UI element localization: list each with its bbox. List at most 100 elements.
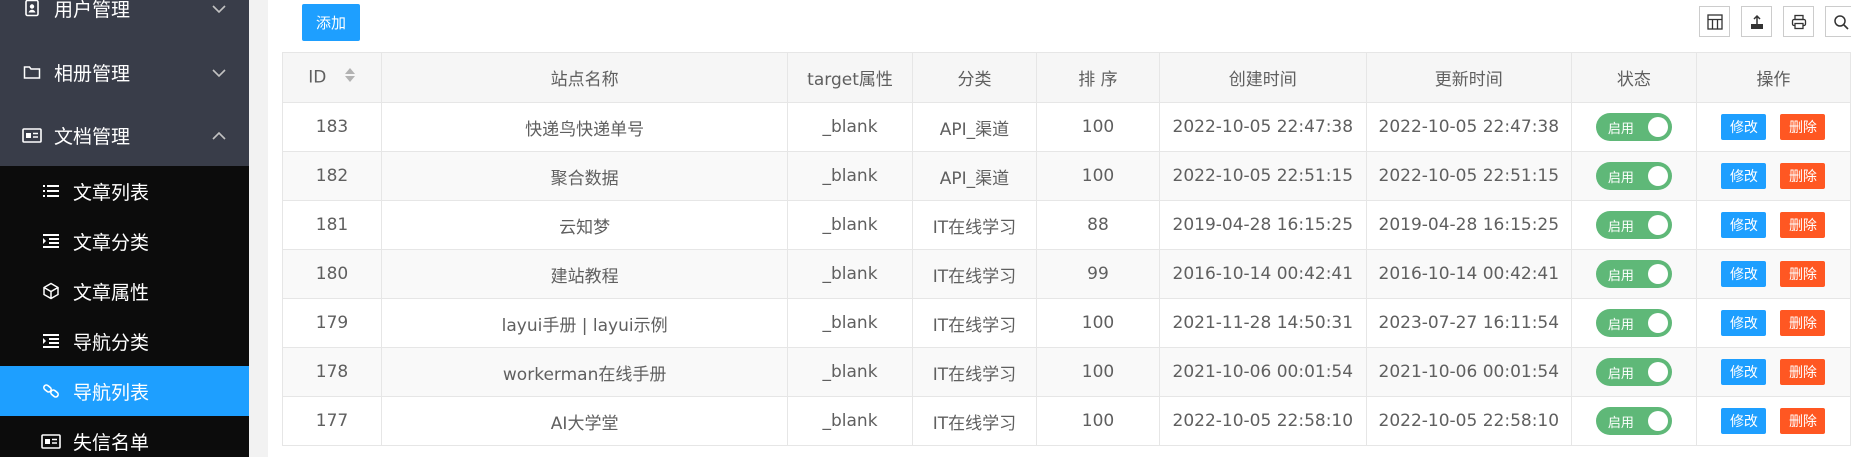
- sort-icon[interactable]: [344, 66, 356, 89]
- status-toggle[interactable]: 启用: [1595, 113, 1672, 141]
- cell-actions: 修改 删除: [1695, 396, 1851, 446]
- column-header-updated: 更新时间: [1365, 52, 1572, 103]
- cell-id: 183: [282, 102, 382, 152]
- cell-created: 2016-10-14 00:42:41: [1158, 249, 1367, 299]
- add-button[interactable]: 添加: [302, 4, 360, 41]
- column-header-id[interactable]: ID: [282, 52, 382, 103]
- status-toggle-label: 启用: [1607, 219, 1634, 235]
- sidebar-item-label: 文章属性: [73, 281, 150, 304]
- toggle-knob: [1647, 166, 1668, 186]
- sidebar-item-article-list[interactable]: 文章列表: [0, 166, 249, 216]
- cell-target: _blank: [787, 396, 913, 446]
- status-toggle[interactable]: 启用: [1595, 211, 1672, 239]
- cell-updated: 2016-10-14 00:42:41: [1365, 249, 1572, 299]
- cell-actions: 修改 删除: [1695, 298, 1851, 348]
- menu-album-management[interactable]: 相册管理: [0, 45, 249, 99]
- columns-icon[interactable]: [1699, 6, 1730, 37]
- column-header-actions: 操作: [1695, 52, 1851, 103]
- cell-sort: 100: [1036, 347, 1160, 397]
- column-header-created: 创建时间: [1158, 52, 1367, 103]
- print-icon[interactable]: [1783, 6, 1814, 37]
- menu-label: 相册管理: [54, 62, 131, 85]
- toggle-knob: [1647, 313, 1668, 333]
- edit-button[interactable]: 修改: [1721, 114, 1767, 140]
- delete-button[interactable]: 删除: [1780, 212, 1826, 238]
- edit-button[interactable]: 修改: [1721, 359, 1767, 385]
- cell-id: 178: [282, 347, 382, 397]
- cell-sort: 100: [1036, 298, 1160, 348]
- cell-target: _blank: [787, 200, 913, 250]
- status-toggle[interactable]: 启用: [1595, 407, 1672, 435]
- cell-site-name: 聚合数据: [380, 151, 789, 201]
- cell-target: _blank: [787, 249, 913, 299]
- status-toggle-label: 启用: [1607, 121, 1634, 137]
- sidebar-item-nav-category[interactable]: 导航分类: [0, 316, 249, 366]
- nav-list-table: ID 站点名称 target属性 分类 排 序 创建时间 更新时间 状态 操作 …: [282, 52, 1851, 446]
- cell-status: 启用: [1570, 151, 1697, 201]
- cell-site-name: workerman在线手册: [380, 347, 789, 397]
- cell-created: 2022-10-05 22:58:10: [1158, 396, 1367, 446]
- menu-document-management[interactable]: 文档管理: [0, 108, 249, 162]
- cell-updated: 2021-10-06 00:01:54: [1365, 347, 1572, 397]
- cell-site-name: 建站教程: [380, 249, 789, 299]
- sidebar-item-article-attribute[interactable]: 文章属性: [0, 266, 249, 316]
- delete-button[interactable]: 删除: [1780, 359, 1826, 385]
- menu-user-management[interactable]: 用户管理: [0, 0, 249, 35]
- delete-button[interactable]: 删除: [1780, 114, 1826, 140]
- column-header-status: 状态: [1570, 52, 1697, 103]
- edit-button[interactable]: 修改: [1721, 310, 1767, 336]
- cell-created: 2022-10-05 22:51:15: [1158, 151, 1367, 201]
- contacts-icon: [22, 0, 42, 18]
- cell-category: API_渠道: [911, 151, 1038, 201]
- status-toggle[interactable]: 启用: [1595, 260, 1672, 288]
- cell-actions: 修改 删除: [1695, 151, 1851, 201]
- status-toggle[interactable]: 启用: [1595, 309, 1672, 337]
- edit-button[interactable]: 修改: [1721, 408, 1767, 434]
- folder-icon: [22, 62, 42, 82]
- status-toggle[interactable]: 启用: [1595, 358, 1672, 386]
- cell-target: _blank: [787, 151, 913, 201]
- status-toggle-label: 启用: [1607, 366, 1634, 382]
- cell-status: 启用: [1570, 102, 1697, 152]
- edit-button[interactable]: 修改: [1721, 212, 1767, 238]
- search-icon[interactable]: [1825, 6, 1851, 37]
- chevron-down-icon: [211, 64, 227, 80]
- cell-target: _blank: [787, 298, 913, 348]
- menu-label: 文档管理: [54, 125, 131, 148]
- edit-button[interactable]: 修改: [1721, 163, 1767, 189]
- cell-category: IT在线学习: [911, 200, 1038, 250]
- delete-button[interactable]: 删除: [1780, 408, 1826, 434]
- cell-site-name: layui手册 | layui示例: [380, 298, 789, 348]
- sidebar-item-nav-list[interactable]: 导航列表: [0, 366, 249, 416]
- edit-button[interactable]: 修改: [1721, 261, 1767, 287]
- cell-actions: 修改 删除: [1695, 102, 1851, 152]
- export-icon[interactable]: [1741, 6, 1772, 37]
- sidebar-item-article-category[interactable]: 文章分类: [0, 216, 249, 266]
- id-card-icon: [41, 431, 61, 451]
- toggle-knob: [1647, 264, 1668, 284]
- status-toggle-label: 启用: [1607, 317, 1634, 333]
- delete-button[interactable]: 删除: [1780, 261, 1826, 287]
- cell-sort: 99: [1036, 249, 1160, 299]
- table-row: 181 云知梦 _blank IT在线学习 88 2019-04-28 16:15:25 2…: [282, 200, 1851, 250]
- status-toggle[interactable]: 启用: [1595, 162, 1672, 190]
- cell-site-name: AI大学堂: [380, 396, 789, 446]
- sidebar-item-blacklist[interactable]: 失信名单: [0, 416, 249, 457]
- cell-target: _blank: [787, 347, 913, 397]
- cell-status: 启用: [1570, 249, 1697, 299]
- column-header-target: target属性: [787, 52, 913, 103]
- cell-actions: 修改 删除: [1695, 249, 1851, 299]
- cell-site-name: 云知梦: [380, 200, 789, 250]
- cell-target: _blank: [787, 102, 913, 152]
- delete-button[interactable]: 删除: [1780, 163, 1826, 189]
- cell-created: 2022-10-05 22:47:38: [1158, 102, 1367, 152]
- table-row: 179 layui手册 | layui示例 _blank IT在线学习 100 2021-…: [282, 298, 1851, 348]
- cell-updated: 2022-10-05 22:51:15: [1365, 151, 1572, 201]
- indent-icon: [41, 231, 61, 251]
- cell-status: 启用: [1570, 298, 1697, 348]
- cell-status: 启用: [1570, 396, 1697, 446]
- table-row: 183 快递鸟快递单号 _blank API_渠道 100 2022-10-05 22:4…: [282, 102, 1851, 152]
- main-content: 添加 ID 站点名称 target属性 分类 排 序 创建时间 更新时间 状态 …: [268, 0, 1851, 457]
- delete-button[interactable]: 删除: [1780, 310, 1826, 336]
- status-toggle-label: 启用: [1607, 415, 1634, 431]
